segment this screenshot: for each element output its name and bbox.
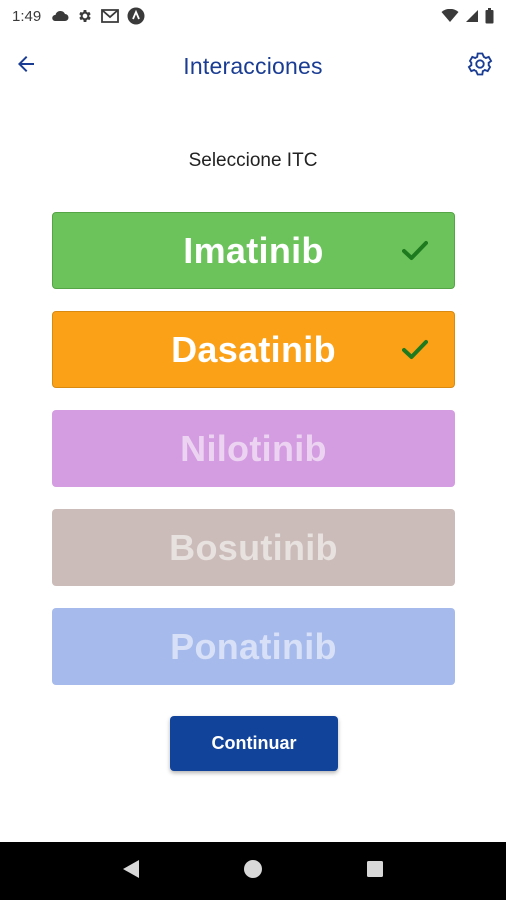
nav-back-icon [122, 859, 140, 884]
check-icon [402, 338, 428, 362]
check-icon [402, 239, 428, 263]
gmail-icon [101, 9, 120, 23]
page-title: Interacciones [183, 52, 323, 79]
status-bar: 1:49 [0, 0, 506, 32]
drug-label: Dasatinib [171, 328, 336, 370]
settings-small-icon [77, 8, 93, 24]
status-time: 1:49 [12, 7, 42, 25]
gear-icon [466, 50, 494, 83]
back-button[interactable] [10, 50, 42, 82]
continue-label: Continuar [211, 733, 297, 753]
signal-icon [465, 9, 479, 23]
status-icons-left [51, 7, 145, 25]
drug-label: Ponatinib [170, 625, 337, 667]
wifi-icon [441, 9, 459, 23]
continue-button[interactable]: Continuar [170, 716, 338, 771]
nav-home-icon [243, 859, 263, 884]
settings-button[interactable] [464, 50, 496, 82]
drug-label: Bosutinib [169, 526, 338, 568]
battery-icon [485, 8, 494, 24]
select-prompt: Seleccione ITC [188, 150, 318, 171]
nav-recents-icon [366, 860, 384, 883]
drug-button-dasatinib[interactable]: Dasatinib [52, 311, 455, 388]
status-icons-right [441, 8, 494, 24]
drug-button-bosutinib[interactable]: Bosutinib [52, 509, 455, 586]
drug-label: Imatinib [183, 229, 324, 271]
nav-home-button[interactable] [233, 851, 273, 891]
drug-label: Nilotinib [180, 427, 327, 469]
app-bar: Interacciones [0, 36, 506, 96]
nav-recents-button[interactable] [355, 851, 395, 891]
cloud-icon [51, 10, 69, 22]
app-circle-icon [127, 7, 145, 25]
arrow-back-icon [14, 52, 38, 81]
system-nav-bar [0, 842, 506, 900]
drug-button-imatinib[interactable]: Imatinib [52, 212, 455, 289]
drug-button-nilotinib[interactable]: Nilotinib [52, 410, 455, 487]
nav-back-button[interactable] [111, 851, 151, 891]
drug-button-ponatinib[interactable]: Ponatinib [52, 608, 455, 685]
